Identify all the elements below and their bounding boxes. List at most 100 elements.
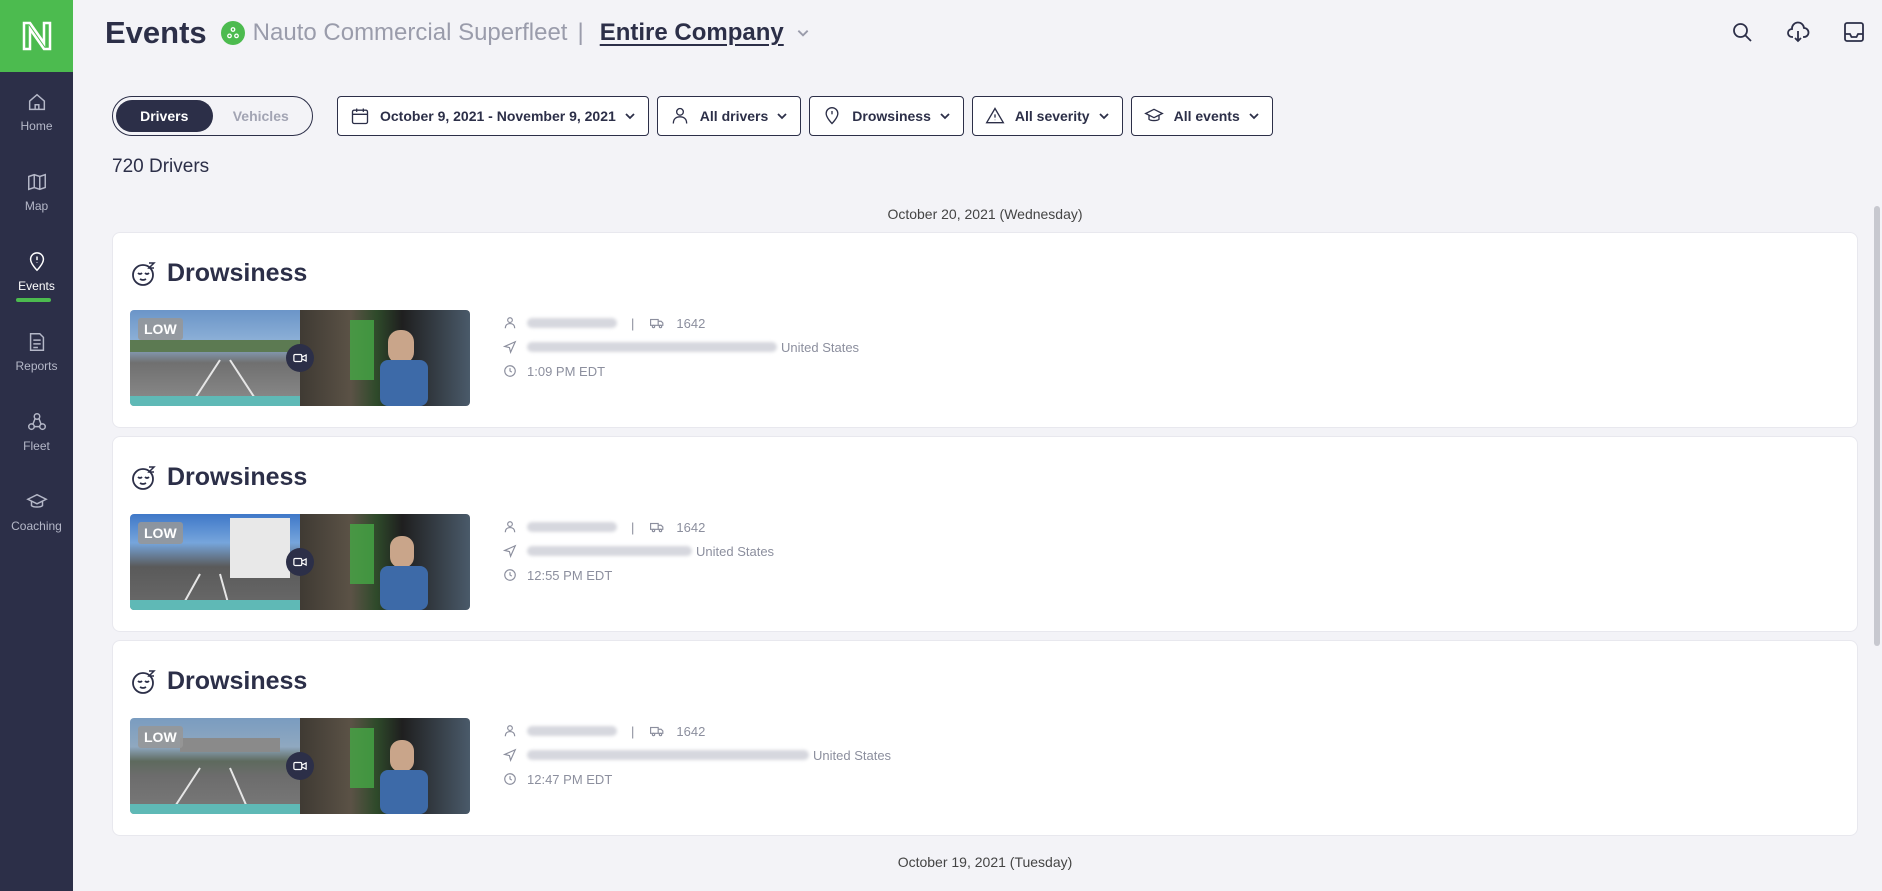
drivers-filter[interactable]: All drivers (656, 96, 802, 136)
date-range-label: October 9, 2021 - November 9, 2021 (380, 108, 616, 124)
redacted-address (527, 750, 809, 760)
clock-icon (504, 365, 516, 377)
scrollbar-thumb[interactable] (1874, 206, 1880, 646)
cabin-camera-image (300, 310, 470, 406)
drivers-vehicles-toggle: Drivers Vehicles (112, 96, 313, 136)
scope-selector[interactable]: Entire Company (600, 19, 784, 47)
event-type: Drowsiness (167, 667, 308, 695)
meta-separator: | (631, 519, 635, 535)
chevron-down-icon (625, 113, 635, 120)
event-meta: | 1642 United States 1:09 PM EDT (503, 311, 859, 383)
location-country: United States (781, 339, 860, 355)
search-icon (1733, 23, 1752, 42)
toggle-drivers[interactable]: Drivers (116, 100, 213, 132)
graduation-cap-icon (1143, 108, 1164, 122)
fleet-icon (27, 413, 46, 431)
download-button[interactable] (1770, 20, 1826, 44)
driver-vehicle-row: | 1642 (503, 719, 891, 743)
video-camera-icon[interactable] (286, 752, 314, 780)
event-type: Drowsiness (167, 463, 308, 491)
video-camera-icon[interactable] (286, 548, 314, 576)
redacted-driver-name (527, 318, 617, 328)
org-name: Nauto Commercial Superfleet (252, 19, 568, 46)
severity-filter-label: All severity (1014, 108, 1090, 124)
cabin-camera-image (300, 514, 470, 610)
sidebar: Home Map Events Reports Fleet Coaching (0, 0, 73, 891)
clock-icon (504, 773, 516, 785)
severity-filter[interactable]: All severity (971, 96, 1123, 136)
toggle-vehicles[interactable]: Vehicles (213, 100, 310, 132)
logo-icon (22, 21, 51, 51)
coaching-filter[interactable]: All events (1130, 96, 1273, 136)
time-row: 1:09 PM EDT (503, 359, 859, 383)
date-range-filter[interactable]: October 9, 2021 - November 9, 2021 (337, 96, 649, 136)
event-type-label: Drowsiness (852, 108, 931, 124)
event-card[interactable]: Drowsiness LOW | 1642 (112, 232, 1858, 428)
event-type: Drowsiness (167, 259, 308, 287)
chevron-down-icon (777, 113, 787, 120)
event-video-thumbnail[interactable]: LOW (130, 310, 470, 406)
event-card[interactable]: Drowsiness LOW | 1642 (112, 640, 1858, 836)
driver-count: 720 Drivers (112, 156, 210, 177)
sidebar-item-map[interactable]: Map (0, 152, 73, 232)
sidebar-item-fleet[interactable]: Fleet (0, 392, 73, 472)
event-type-filter[interactable]: Drowsiness (809, 96, 964, 136)
meta-separator: | (631, 723, 635, 739)
event-title: Drowsiness (131, 259, 307, 288)
truck-icon (650, 522, 664, 533)
vehicle-id: 1642 (676, 315, 706, 331)
header: Events Nauto Commercial Superfleet | Ent… (73, 0, 1882, 66)
sidebar-item-events[interactable]: Events (0, 232, 73, 312)
event-title: Drowsiness (131, 667, 307, 696)
event-video-thumbnail[interactable]: LOW (130, 514, 470, 610)
location-country: United States (813, 747, 892, 763)
chevron-down-icon[interactable] (796, 26, 810, 40)
navigation-arrow-icon (503, 748, 517, 762)
date-group-header: October 19, 2021 (Tuesday) (897, 854, 1073, 870)
chevron-down-icon (1249, 113, 1259, 120)
nauto-logo[interactable] (0, 0, 73, 72)
pin-icon (29, 252, 44, 272)
drowsy-face-icon (132, 465, 156, 490)
meta-separator: | (631, 315, 635, 331)
video-camera-icon[interactable] (286, 344, 314, 372)
sidebar-item-label: Events (18, 279, 55, 293)
pin-icon (825, 107, 839, 125)
event-card[interactable]: Drowsiness LOW | 1642 (112, 436, 1858, 632)
inbox-icon (1844, 22, 1864, 42)
sidebar-item-home[interactable]: Home (0, 72, 73, 152)
scrollbar[interactable] (1872, 196, 1882, 891)
sidebar-item-reports[interactable]: Reports (0, 312, 73, 392)
sidebar-item-label: Fleet (23, 439, 50, 453)
page-title: Events (105, 15, 207, 50)
location-row: United States (503, 335, 859, 359)
truck-icon (650, 726, 664, 737)
search-button[interactable] (1714, 20, 1770, 44)
event-video-thumbnail[interactable]: LOW (130, 718, 470, 814)
sidebar-item-coaching[interactable]: Coaching (0, 472, 73, 552)
event-list: October 20, 2021 (Wednesday) Drowsiness … (112, 196, 1858, 880)
redacted-driver-name (527, 726, 617, 736)
date-group-header: October 20, 2021 (Wednesday) (887, 206, 1083, 222)
chevron-down-icon (940, 113, 950, 120)
event-time: 12:47 PM EDT (527, 771, 613, 787)
location-row: United States (503, 539, 774, 563)
vehicle-id: 1642 (676, 723, 706, 739)
redacted-driver-name (527, 522, 617, 532)
navigation-arrow-icon (503, 340, 517, 354)
driver-icon (504, 725, 516, 737)
warning-icon (985, 107, 1005, 124)
cabin-camera-image (300, 718, 470, 814)
driver-vehicle-row: | 1642 (503, 311, 859, 335)
driver-icon (672, 107, 688, 124)
navigation-arrow-icon (503, 544, 517, 558)
clock-icon (504, 569, 516, 581)
vehicle-id: 1642 (676, 519, 706, 535)
header-separator: | (577, 19, 584, 46)
time-row: 12:47 PM EDT (503, 767, 891, 791)
redacted-address (527, 342, 777, 352)
location-row: United States (503, 743, 891, 767)
time-row: 12:55 PM EDT (503, 563, 774, 587)
inbox-button[interactable] (1826, 20, 1882, 44)
event-title: Drowsiness (131, 463, 307, 492)
